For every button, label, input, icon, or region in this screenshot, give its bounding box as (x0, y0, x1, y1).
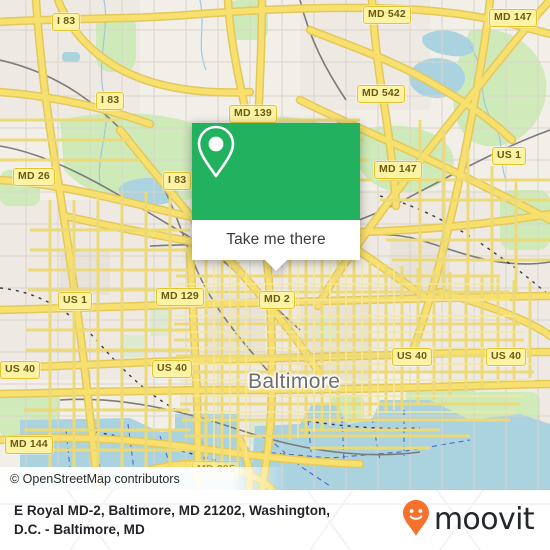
highway-shield: MD 129 (156, 288, 204, 306)
map-canvas[interactable]: I 83 MD 542 MD 147 I 83 MD 139 MD 542 MD 26 I 8… (0, 0, 550, 490)
popup-pointer (265, 260, 287, 271)
highway-shield: I 83 (96, 92, 125, 110)
highway-shield: US 40 (486, 348, 527, 366)
location-title-line-1: E Royal MD-2, Baltimore, MD 21202, Washi… (14, 503, 331, 518)
map-attribution[interactable]: © OpenStreetMap contributors (0, 467, 550, 490)
highway-shield: MD 542 (363, 6, 411, 24)
highway-shield: MD 542 (357, 85, 405, 103)
highway-shield: US 1 (58, 292, 93, 310)
moovit-location-card: I 83 MD 542 MD 147 I 83 MD 139 MD 542 MD 26 I 8… (0, 0, 550, 550)
city-label-baltimore: Baltimore (248, 370, 341, 393)
location-popup-card[interactable]: Take me there (192, 123, 360, 271)
location-title: E Royal MD-2, Baltimore, MD 21202, Washi… (14, 501, 401, 539)
highway-shield: US 1 (492, 147, 527, 165)
highway-shield: US 40 (392, 348, 433, 366)
take-me-there-button[interactable]: Take me there (192, 220, 360, 260)
moovit-smiley-pin-icon (401, 499, 431, 542)
highway-shield: MD 147 (374, 161, 422, 179)
highway-shield: MD 2 (259, 291, 295, 309)
highway-shield: MD 139 (229, 105, 277, 123)
highway-shield: MD 144 (5, 436, 53, 454)
highway-shield: I 83 (52, 13, 81, 31)
highway-shield: I 83 (163, 172, 192, 190)
highway-shield: MD 147 (489, 9, 537, 27)
highway-shield: US 40 (0, 361, 41, 379)
footer-bar: E Royal MD-2, Baltimore, MD 21202, Washi… (0, 490, 550, 550)
moovit-brand[interactable]: moovit (401, 499, 538, 542)
highway-shield: US 40 (152, 360, 193, 378)
popup-header (192, 123, 360, 220)
moovit-wordmark: moovit (433, 502, 535, 537)
location-title-line-2: D.C. - Baltimore, MD (14, 522, 145, 537)
attribution-text: © OpenStreetMap contributors (10, 471, 180, 486)
highway-shield: MD 26 (13, 168, 55, 186)
